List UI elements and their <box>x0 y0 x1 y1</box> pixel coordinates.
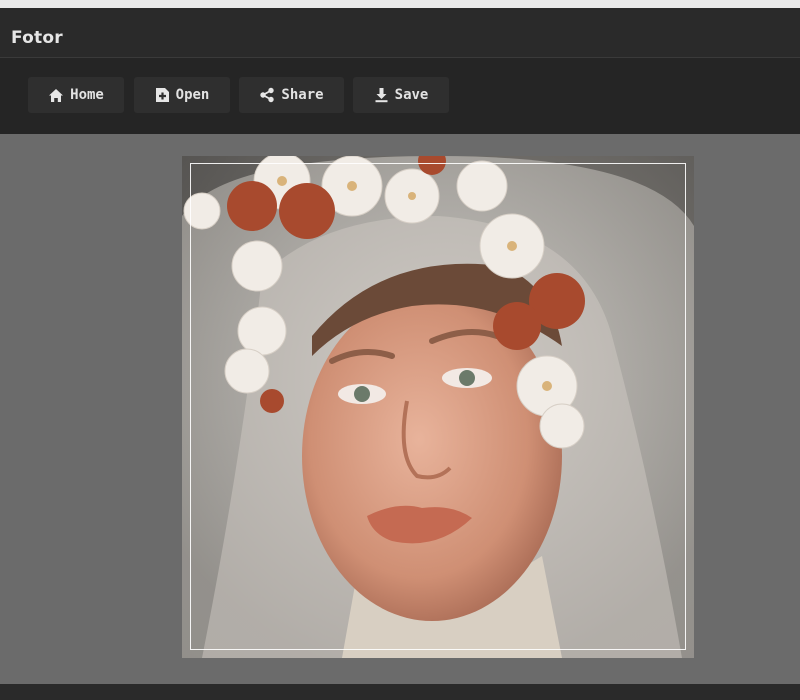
window-top-edge <box>0 0 800 8</box>
home-button-label: Home <box>70 87 104 103</box>
save-button[interactable]: Save <box>353 77 449 113</box>
crop-frame[interactable] <box>190 163 686 650</box>
save-button-label: Save <box>394 87 429 103</box>
share-button[interactable]: Share <box>239 77 344 113</box>
toolbar: Home Open Share Save <box>0 58 800 134</box>
add-file-icon <box>155 88 169 102</box>
home-icon <box>49 88 64 102</box>
home-button[interactable]: Home <box>28 77 124 113</box>
open-button-label: Open <box>175 87 210 103</box>
open-button[interactable]: Open <box>134 77 230 113</box>
share-button-label: Share <box>281 87 324 103</box>
download-icon <box>375 88 388 103</box>
photo-preview <box>182 156 694 658</box>
editor-canvas <box>0 134 800 684</box>
app-title: Fotor <box>11 28 63 48</box>
share-icon <box>260 87 275 103</box>
title-bar: Fotor <box>0 8 800 58</box>
window-bottom-edge <box>0 684 800 700</box>
